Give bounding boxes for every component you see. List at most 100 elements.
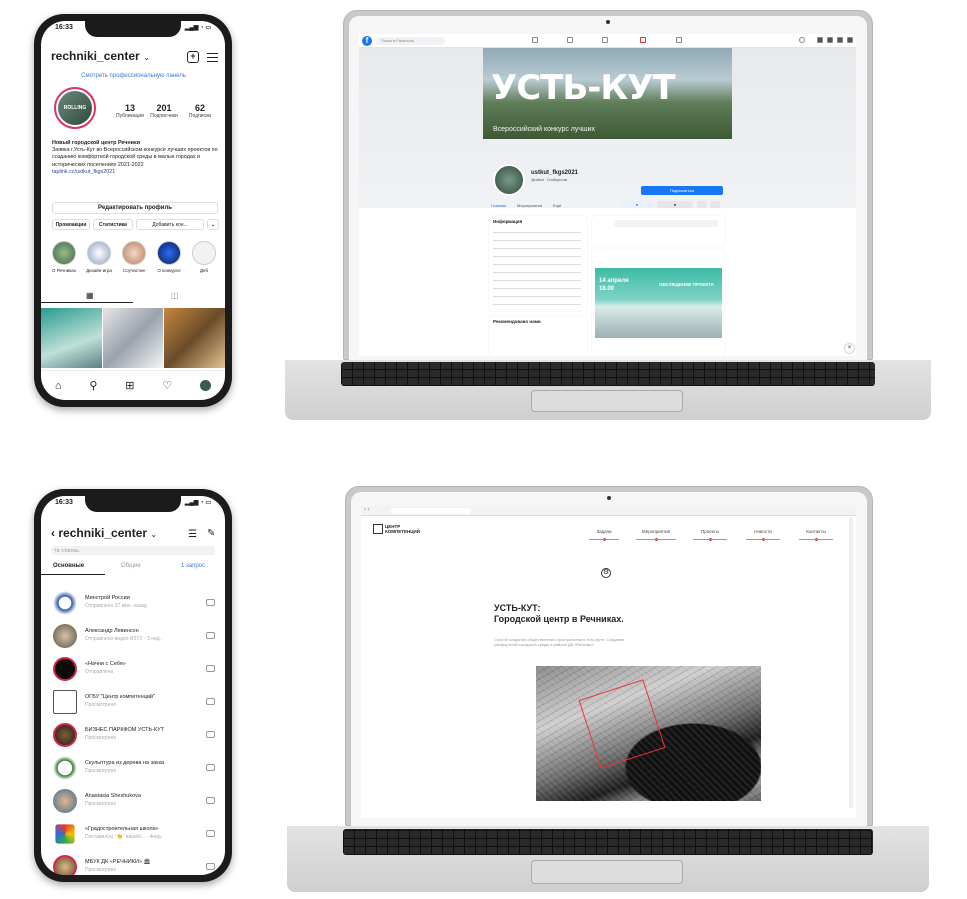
- post-thumbnail[interactable]: [102, 308, 164, 368]
- grid-menu-icon[interactable]: [817, 37, 823, 43]
- search-input[interactable]: Поиск в Facebook: [375, 37, 445, 45]
- nav-item-contacts[interactable]: Контакты: [799, 529, 833, 541]
- tab-main[interactable]: Основные: [53, 563, 84, 569]
- list-item[interactable]: БИЗНЕС ПАРКФОМ УСТЬ-КУТ Просмотрено: [41, 719, 225, 752]
- pages-icon[interactable]: [567, 37, 573, 43]
- profile-avatar[interactable]: ROLLING: [54, 87, 96, 129]
- page-avatar[interactable]: [493, 164, 525, 196]
- message-preview: Поставил(а) "👏" вашей... · 4нед.: [85, 834, 163, 840]
- compose-icon[interactable]: ✎: [207, 528, 215, 539]
- more-icon[interactable]: [710, 201, 720, 208]
- camera-icon[interactable]: [206, 599, 215, 606]
- camera-icon[interactable]: [206, 632, 215, 639]
- highlight-item[interactable]: Деб: [190, 241, 218, 273]
- post-thumbnail[interactable]: [164, 308, 225, 368]
- list-icon[interactable]: ☰: [188, 529, 197, 540]
- list-item[interactable]: «Градостроительная школа» Поставил(а) "👏"…: [41, 818, 225, 851]
- trackpad: [531, 860, 683, 884]
- laptop-website: ‹ › ЦЕНТР КОМПЕТЕНЦИЙ Задачи Мероприятия…: [287, 486, 929, 896]
- create-post-card[interactable]: [592, 216, 725, 246]
- promotions-button[interactable]: Промоакции: [52, 219, 90, 230]
- notifications-icon[interactable]: [640, 37, 646, 43]
- list-item[interactable]: «Начни с Себя» Отправлено: [41, 653, 225, 686]
- phone-instagram-profile: 16:33 ▂▄▆ ◔ ▭ rechniki_center ⌄ + Смотре…: [34, 14, 232, 407]
- like-button[interactable]: ●: [621, 201, 653, 208]
- add-contact-button[interactable]: Добавить кон...: [136, 219, 204, 230]
- professional-dashboard-link[interactable]: Смотреть профессиональную панель: [51, 73, 216, 79]
- page-subtitle: @ustkut · Сообщество: [531, 178, 568, 182]
- search-icon[interactable]: ⚲: [89, 379, 97, 392]
- marketplace-icon[interactable]: [676, 37, 682, 43]
- tab-events[interactable]: Мероприятия: [517, 203, 542, 208]
- highlight-item[interactable]: О Речниках: [50, 241, 78, 273]
- search-bar[interactable]: ТВ 7/ЗВЯЗЬ: [51, 546, 215, 555]
- list-item[interactable]: Скульптура из дерева на заказ Просмотрено: [41, 752, 225, 785]
- tab-general[interactable]: Общие: [121, 563, 141, 569]
- grid-tab-icon[interactable]: ▦: [86, 291, 94, 300]
- avatar[interactable]: [799, 37, 805, 43]
- info-title: Информация: [493, 219, 523, 224]
- insights-button[interactable]: Статистика: [93, 219, 133, 230]
- nav-item-news[interactable]: Новости: [746, 529, 780, 541]
- highlight-item[interactable]: Дизайн-игра: [85, 241, 113, 273]
- username-dropdown[interactable]: rechniki_center ⌄: [51, 49, 150, 63]
- close-icon[interactable]: ×: [845, 344, 854, 353]
- discover-people-button[interactable]: ⌄: [207, 219, 219, 230]
- stat-followers[interactable]: 201 Подписчики: [147, 103, 181, 119]
- scrollbar[interactable]: [849, 518, 853, 808]
- home-icon[interactable]: ⌂: [55, 380, 62, 392]
- bio-link[interactable]: taplink.cc/ustkut_fkgs2021: [52, 169, 115, 175]
- tab-home[interactable]: Главная: [491, 203, 506, 208]
- camera-icon[interactable]: [206, 797, 215, 804]
- nav-item-events[interactable]: Мероприятия: [636, 529, 676, 541]
- menu-icon[interactable]: [207, 53, 218, 62]
- list-item[interactable]: Минстрой России Отправлено 37 мин. назад: [41, 587, 225, 620]
- home-icon[interactable]: [532, 37, 538, 43]
- message-preview: Отправлено 37 мин. назад: [85, 603, 147, 609]
- post-time: 18.00: [599, 286, 615, 292]
- edit-profile-button[interactable]: Редактировать профиль: [52, 202, 218, 214]
- messenger-icon[interactable]: [827, 37, 833, 43]
- nav-item-projects[interactable]: Проекты: [693, 529, 727, 541]
- back-icon[interactable]: ‹ ›: [364, 507, 370, 513]
- tagged-tab-icon[interactable]: ◫: [171, 291, 179, 300]
- address-bar[interactable]: [391, 508, 471, 514]
- back-icon[interactable]: ‹: [51, 526, 55, 540]
- message-button[interactable]: ●: [657, 201, 693, 208]
- list-item[interactable]: Anastasia Sheshukova Просмотрено: [41, 785, 225, 818]
- post-thumbnail[interactable]: [41, 308, 102, 368]
- follow-button[interactable]: Подписаться: [641, 186, 723, 195]
- settings-icon[interactable]: ⚙: [601, 568, 611, 578]
- nav-label: Контакты: [806, 529, 826, 534]
- post-input[interactable]: [614, 220, 719, 227]
- list-item[interactable]: МБУК ДК «РЕЧНИКИ» 🏛 Просмотрено: [41, 851, 225, 875]
- bell-icon[interactable]: [837, 37, 843, 43]
- camera-icon[interactable]: [206, 830, 215, 837]
- camera-icon[interactable]: [206, 731, 215, 738]
- add-post-icon[interactable]: +: [187, 51, 199, 63]
- camera-icon[interactable]: [206, 764, 215, 771]
- list-item[interactable]: ОГБУ "Центр компетенций" Просмотрено: [41, 686, 225, 719]
- nav-item-tasks[interactable]: Задачи: [589, 529, 619, 541]
- camera-icon[interactable]: [206, 698, 215, 705]
- camera-icon[interactable]: [206, 665, 215, 672]
- add-post-icon[interactable]: ⊞: [125, 379, 134, 392]
- list-item[interactable]: Александр Левинсон Отправлено видео ИЗТУ …: [41, 620, 225, 653]
- stat-posts[interactable]: 13 Публикации: [113, 103, 147, 119]
- tab-requests[interactable]: 1 запрос: [181, 563, 205, 569]
- groups-icon[interactable]: [602, 37, 608, 43]
- chevron-down-icon[interactable]: [847, 37, 853, 43]
- highlight-item[interactable]: О конкурсе: [155, 241, 183, 273]
- nav-label: Мероприятия: [641, 529, 671, 534]
- search-icon[interactable]: [697, 201, 707, 208]
- camera-icon[interactable]: [206, 863, 215, 870]
- facebook-logo-icon[interactable]: f: [362, 36, 372, 46]
- highlight-item[interactable]: Соучастие: [120, 241, 148, 273]
- heart-icon[interactable]: ♡: [162, 379, 172, 392]
- logo-icon[interactable]: [373, 524, 383, 534]
- stat-following[interactable]: 62 Подписки: [183, 103, 217, 119]
- site-logo[interactable]: ЦЕНТР КОМПЕТЕНЦИЙ: [385, 524, 420, 534]
- tab-more[interactable]: Ещё: [553, 203, 561, 208]
- profile-icon[interactable]: [200, 380, 212, 391]
- post-image[interactable]: 14 апреля 18.00 ОБСУЖДЕНИЕ ПРОЕКТА: [595, 268, 722, 338]
